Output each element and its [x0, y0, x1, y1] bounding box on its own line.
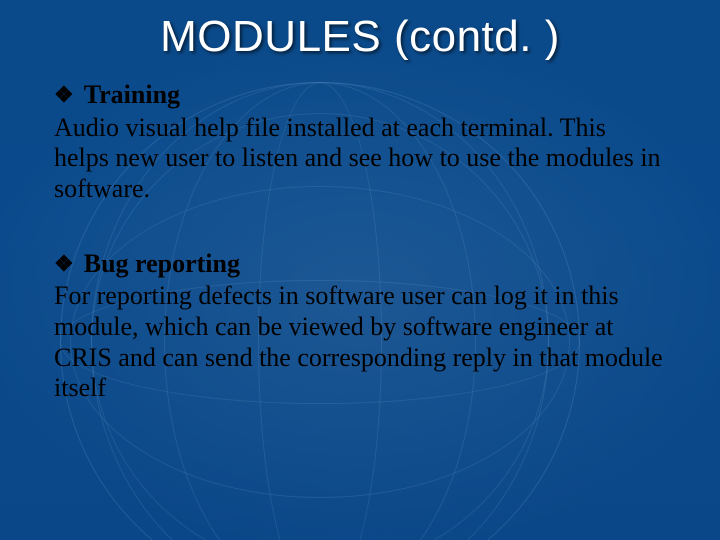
- section-heading-text: Training: [84, 80, 180, 111]
- section-heading: ❖ Training: [54, 80, 666, 111]
- slide-title: MODULES (contd. ): [0, 12, 720, 62]
- section-heading: ❖ Bug reporting: [54, 249, 666, 280]
- section-body-text: For reporting defects in software user c…: [54, 281, 666, 404]
- section-heading-text: Bug reporting: [84, 249, 240, 280]
- diamond-bullet-icon: ❖: [54, 84, 74, 106]
- slide: MODULES (contd. ) ❖ Training Audio visua…: [0, 0, 720, 540]
- section-bug-reporting: ❖ Bug reporting For reporting defects in…: [54, 249, 666, 404]
- section-body-text: Audio visual help file installed at each…: [54, 113, 666, 205]
- diamond-bullet-icon: ❖: [54, 253, 74, 275]
- section-training: ❖ Training Audio visual help file instal…: [54, 80, 666, 205]
- slide-content: ❖ Training Audio visual help file instal…: [54, 80, 666, 448]
